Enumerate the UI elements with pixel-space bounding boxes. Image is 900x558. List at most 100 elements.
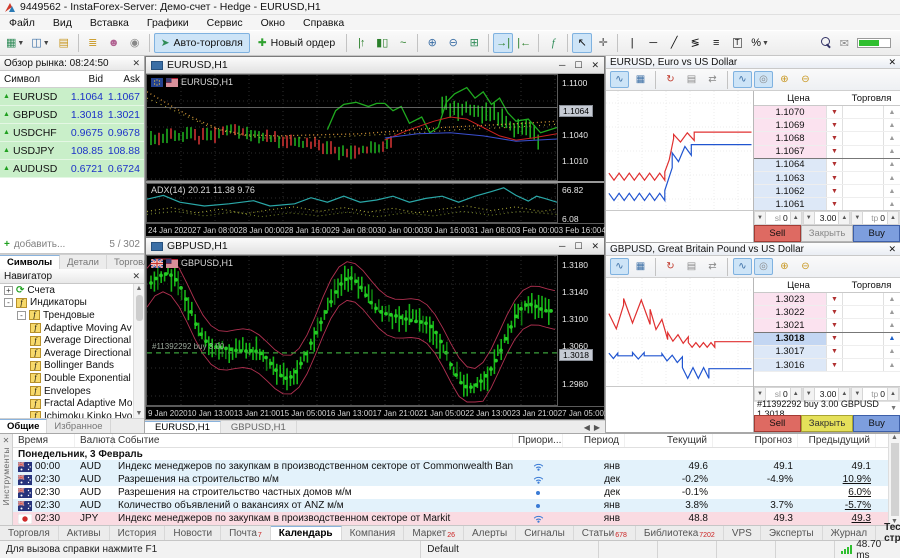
tree-item-трендовые[interactable]: -fТрендовые — [0, 309, 144, 322]
dom-tick-chart-icon[interactable]: ∿ — [733, 258, 752, 275]
stepper-up-icon[interactable]: ▲ — [838, 211, 850, 225]
toolbox-tab-13[interactable]: Эксперты — [761, 526, 823, 540]
zoom-out-button[interactable]: ⊖ — [443, 33, 463, 53]
ask-row[interactable]: 1.3021▼▲ — [754, 319, 900, 332]
tree-item-fractal-adaptive-mo[interactable]: fFractal Adaptive Mo — [0, 397, 144, 410]
toolbox-tab-1[interactable]: Активы — [59, 526, 110, 540]
menu-6[interactable]: Справка — [294, 17, 353, 29]
dom-chart-mode-icon[interactable]: ∿ — [610, 258, 629, 275]
bid-row[interactable]: 1.1063▼▲ — [754, 172, 900, 185]
toolbox-tab-8[interactable]: Алерты — [464, 526, 516, 540]
ask-row[interactable]: 1.1068▼▲ — [754, 132, 900, 145]
dom-transfer-icon[interactable]: ⇄ — [703, 258, 722, 275]
fibonacci-button[interactable]: ≶ — [685, 33, 705, 53]
dom-circles-icon[interactable]: ◎ — [754, 71, 773, 88]
toolbox-tab-5[interactable]: Календарь — [271, 526, 342, 540]
status-profile[interactable]: Default — [421, 541, 599, 558]
stepper-down-icon[interactable]: ▼ — [851, 211, 863, 225]
close-icon[interactable]: ✕ — [3, 436, 10, 445]
buy-arrow-button[interactable]: ▲ — [883, 172, 900, 184]
dom-tick-chart-icon[interactable]: ∿ — [733, 71, 752, 88]
text-tool-button[interactable]: T — [727, 33, 747, 53]
new-chart-button[interactable]: ▦▼ — [3, 33, 27, 53]
signals-button[interactable]: ◉ — [125, 33, 145, 53]
tree-item-счета[interactable]: +⟳Счета — [0, 284, 144, 297]
community-button[interactable]: ☻ — [104, 33, 124, 53]
sell-at-price-button[interactable]: ▼ — [826, 319, 843, 331]
menu-0[interactable]: Файл — [0, 17, 44, 29]
chart-tab-1[interactable]: GBPUSD,H1 — [221, 421, 297, 433]
buy-arrow-button[interactable]: ▲ — [883, 319, 900, 331]
gbpusd-main-plot[interactable]: GBPUSD,H1 #11392292 buy 3.00 — [146, 255, 558, 406]
calendar-event-row[interactable]: 02:30JPYИндекс менеджеров по закупкам в … — [13, 512, 888, 525]
close-icon[interactable]: ✕ — [591, 241, 599, 252]
buy-arrow-button[interactable]: ▲ — [883, 346, 900, 358]
tile-windows-button[interactable]: ⊞ — [464, 33, 484, 53]
collapse-icon[interactable]: - — [4, 298, 13, 307]
close-button[interactable]: Закрыть — [801, 415, 854, 432]
buy-button[interactable]: Buy — [853, 225, 900, 242]
navigator-scrollbar[interactable]: ▲▼ — [133, 284, 144, 418]
close-button[interactable]: Закрыть — [801, 225, 854, 242]
maximize-icon[interactable]: ☐ — [574, 60, 582, 71]
dom-zoom-out-icon[interactable]: ⊖ — [796, 258, 815, 275]
minimize-icon[interactable]: ─ — [559, 60, 565, 71]
cursor-button[interactable]: ↖ — [572, 33, 592, 53]
algo-book-button[interactable]: ≣ — [83, 33, 103, 53]
ask-row[interactable]: 1.1069▼▲ — [754, 119, 900, 132]
buy-arrow-button[interactable]: ▲ — [883, 119, 900, 131]
toolbox-tab-6[interactable]: Компания — [342, 526, 405, 540]
buy-arrow-button[interactable]: ▲ — [883, 159, 900, 171]
toolbox-tab-7[interactable]: Маркет26 — [404, 526, 464, 540]
chart-tab-0[interactable]: EURUSD,H1 — [145, 421, 221, 433]
sell-at-price-button[interactable]: ▼ — [826, 146, 843, 158]
bars-chart-button[interactable]: |↑ — [351, 33, 371, 53]
profiles-button[interactable]: ◫▼ — [28, 33, 52, 53]
calendar-event-row[interactable]: 00:00AUDИндекс менеджеров по закупкам в … — [13, 460, 888, 473]
market-watch-row[interactable]: ▲USDJPY108.85108.88 — [0, 142, 144, 160]
bid-row[interactable]: 1.3018▼▲ — [754, 333, 900, 346]
dom-chart-mode-icon[interactable]: ∿ — [610, 71, 629, 88]
menu-1[interactable]: Вид — [44, 17, 81, 29]
dom-transfer-icon[interactable]: ⇄ — [703, 71, 722, 88]
dom-circles-icon[interactable]: ◎ — [754, 258, 773, 275]
sell-at-price-button[interactable]: ▼ — [826, 333, 843, 345]
dom-panel-title[interactable]: EURUSD, Euro vs US Dollar✕ — [606, 56, 900, 69]
zoom-in-button[interactable]: ⊕ — [422, 33, 442, 53]
tree-item-adaptive-moving-av[interactable]: fAdaptive Moving Av — [0, 322, 144, 335]
position-row[interactable]: #11392292 buy 3.00 GBPUSD 1.3018▼ — [754, 401, 900, 415]
tree-item-average-directional[interactable]: fAverage Directional — [0, 334, 144, 347]
dom-table-mode-icon[interactable]: ▦ — [631, 258, 650, 275]
toolbox-tab-12[interactable]: VPS — [724, 526, 761, 540]
dom-refresh-icon[interactable]: ↻ — [661, 258, 680, 275]
sell-button[interactable]: Sell — [754, 415, 801, 432]
stepper-down-icon[interactable]: ▼ — [803, 211, 815, 225]
sell-at-price-button[interactable]: ▼ — [826, 198, 843, 210]
candles-chart-button[interactable]: ▮▯ — [372, 33, 392, 53]
shapes-button[interactable]: %▼ — [748, 33, 772, 53]
scroll-down-icon[interactable]: ▼ — [136, 410, 143, 417]
market-watch-add-row[interactable]: + добавить... 5 / 302 — [0, 236, 144, 253]
scroll-thumb[interactable] — [136, 295, 143, 321]
bid-row[interactable]: 1.3017▼▲ — [754, 346, 900, 359]
market-watch-row[interactable]: ▲USDCHF0.96750.9678 — [0, 124, 144, 142]
chart-window-titlebar[interactable]: GBPUSD,H1 ─☐✕ — [146, 238, 604, 255]
close-icon[interactable]: ✕ — [132, 58, 140, 69]
toolbox-tab-3[interactable]: Новости — [165, 526, 221, 540]
ask-row[interactable]: 1.1067▼▲ — [754, 146, 900, 159]
market-watch-row[interactable]: ▲AUDUSD0.67210.6724 — [0, 160, 144, 178]
tree-item-ichimoku-kinko-hyo[interactable]: fIchimoku Kinko Hyo — [0, 410, 144, 418]
buy-arrow-button[interactable]: ▲ — [883, 198, 900, 210]
tab-market-watch-1[interactable]: Детали — [60, 255, 107, 269]
collapse-icon[interactable]: - — [17, 311, 26, 320]
toolbox-tab-0[interactable]: Торговля — [0, 526, 59, 540]
minimize-icon[interactable]: ─ — [559, 241, 565, 252]
close-icon[interactable]: ✕ — [132, 271, 140, 282]
bid-row[interactable]: 1.1061▼▲ — [754, 198, 900, 210]
stepper-up-icon[interactable]: ▲ — [790, 211, 802, 225]
channel-button[interactable]: ≡ — [706, 33, 726, 53]
ask-row[interactable]: 1.1070▼▲ — [754, 106, 900, 119]
maximize-icon[interactable]: ☐ — [574, 241, 582, 252]
toolbox-tab-9[interactable]: Сигналы — [516, 526, 574, 540]
eurusd-adx-plot[interactable]: ADX(14) 20.21 11.38 9.76 — [146, 183, 558, 223]
